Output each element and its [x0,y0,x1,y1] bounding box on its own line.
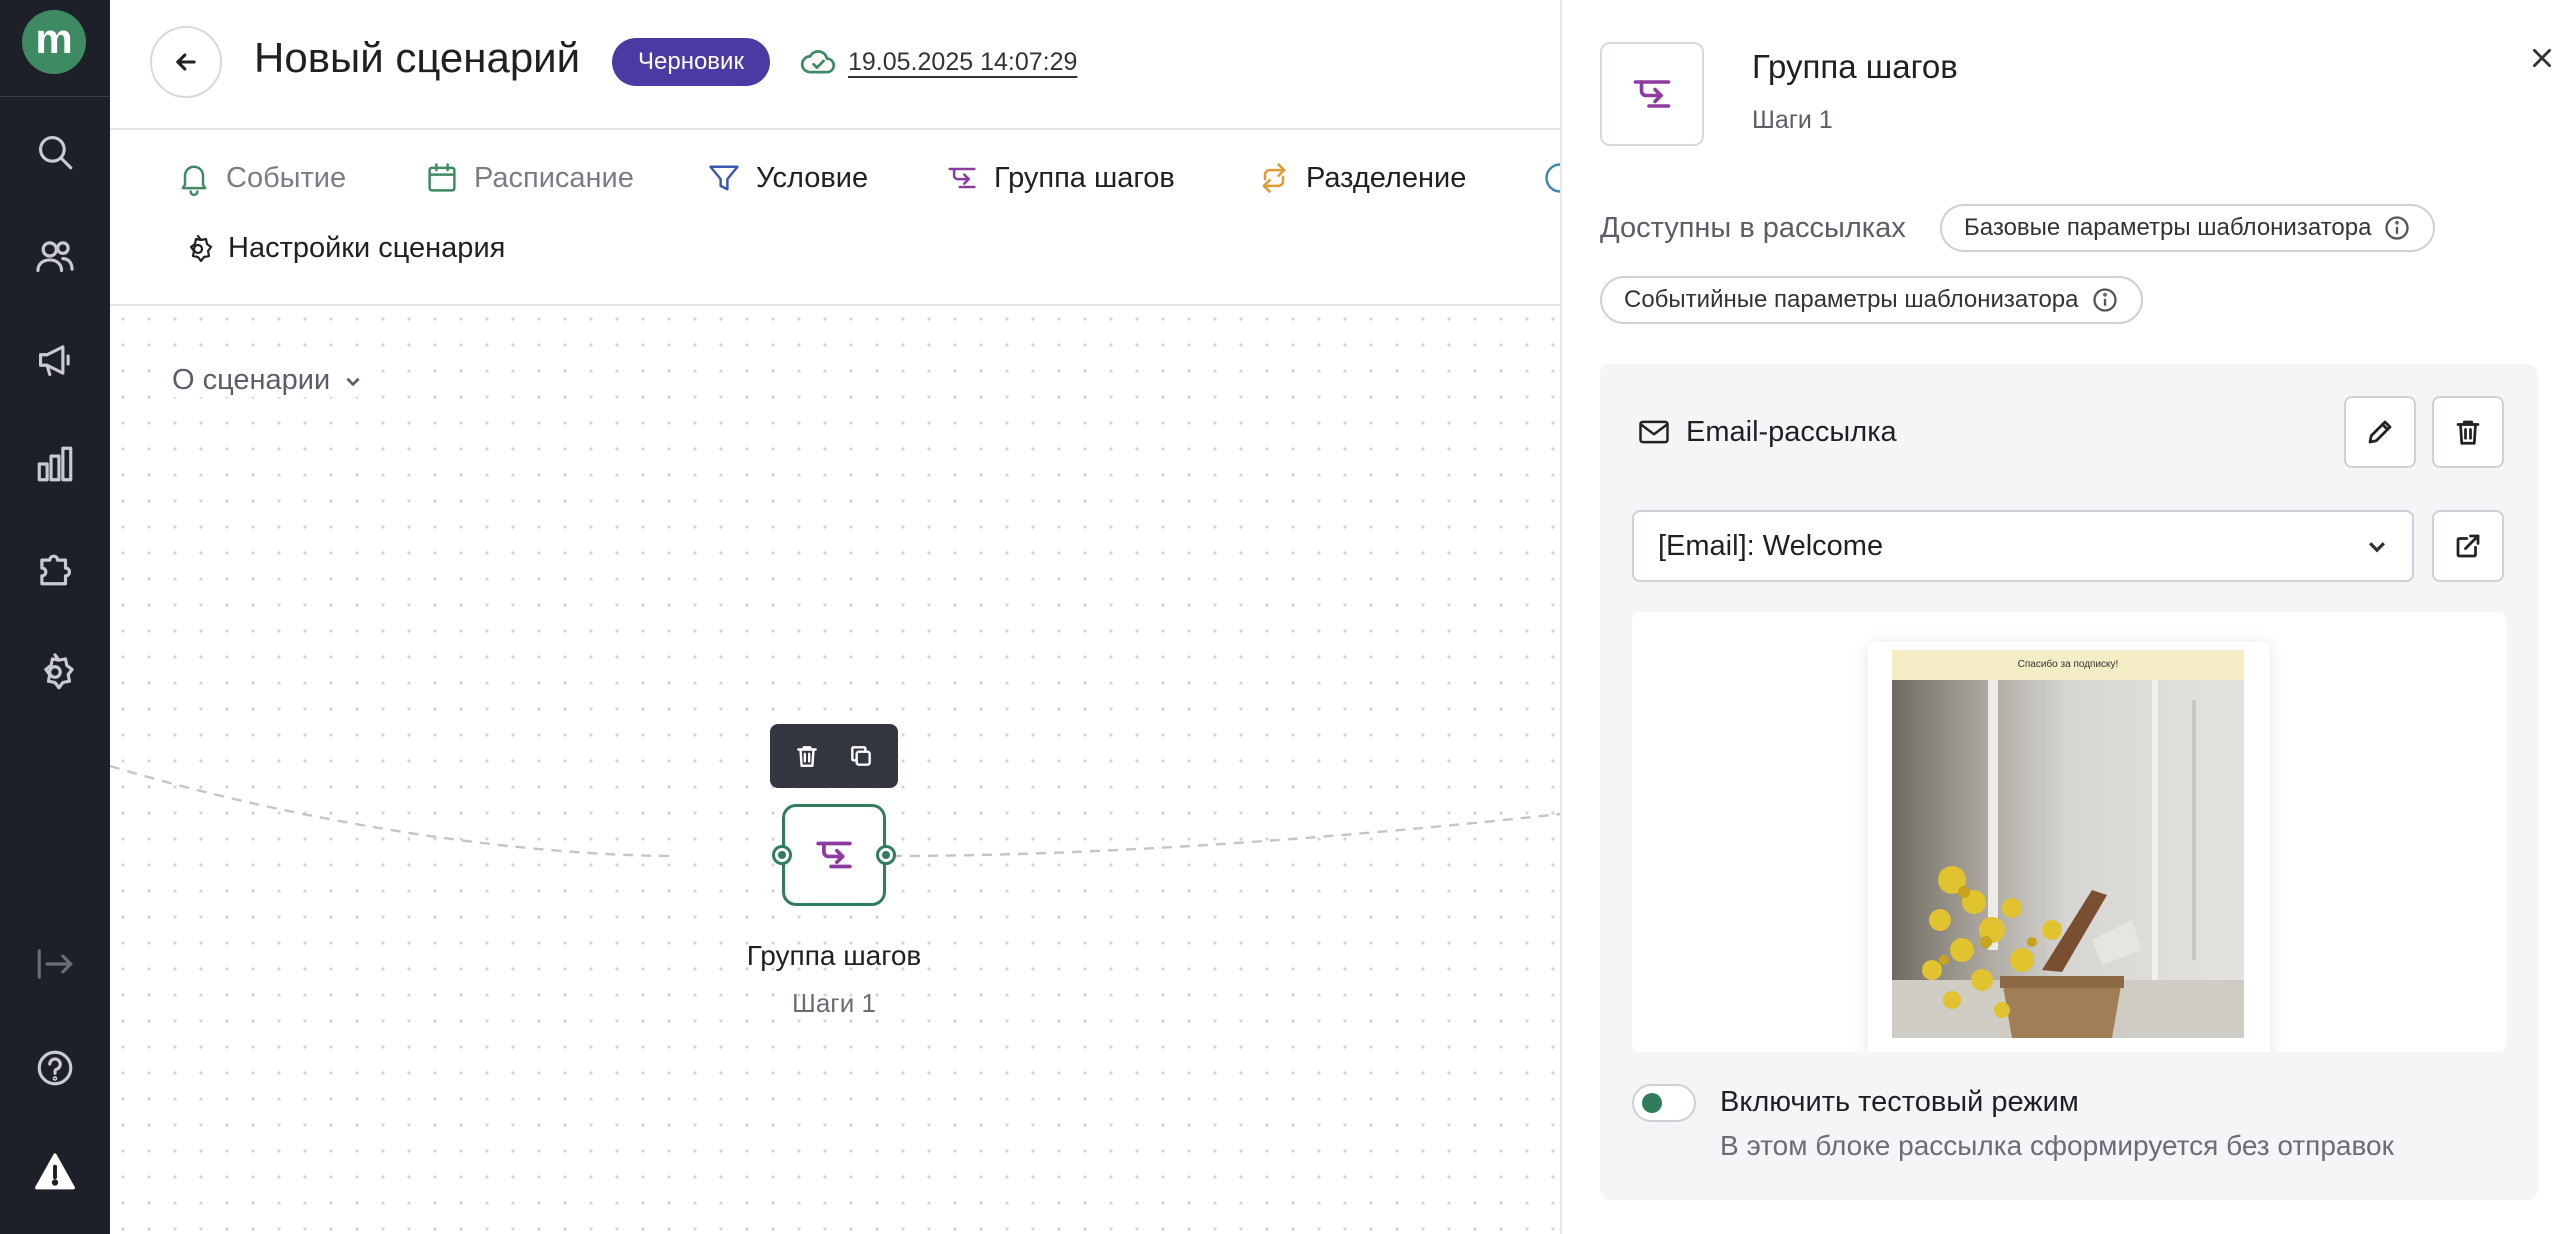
tool-condition-label: Условие [756,161,869,194]
preview-banner: Спасибо за подписку! [1892,650,2244,680]
email-preview[interactable]: Спасибо за подписку! [1632,612,2506,1052]
trash-icon [797,746,817,767]
workflow-canvas[interactable]: О сценарии Группа шагов Шаги 1 [110,306,1560,1234]
tool-more[interactable] [1542,160,1560,196]
edit-mailing-button[interactable] [2344,396,2416,468]
test-mode-hint: В этом блоке рассылка сформируется без о… [1720,1130,2394,1161]
chevron-down-icon [346,377,360,386]
users-icon[interactable] [31,232,79,280]
app-root: m Новый сценарий Черновик 19.05.2025 14:… [0,0,2572,1234]
help-icon[interactable] [31,1044,79,1092]
cloud-check-icon [800,50,836,74]
scenario-settings-label: Настройки сценария [228,232,506,264]
open-template-button[interactable] [2432,510,2504,582]
about-scenario-toggle[interactable]: О сценарии [172,364,369,397]
card-header: Email-рассылка [1636,414,1897,450]
header: Новый сценарий Черновик 19.05.2025 14:07… [110,0,1560,130]
gear-icon [189,234,213,262]
email-mailing-card: Email-рассылка [Email]: Welcome Спасибо … [1600,364,2538,1200]
sidebar: m [0,0,110,1234]
page-title: Новый сценарий [254,34,581,81]
available-in-mailings-label: Доступны в рассылках [1600,212,1906,244]
base-template-params-chip[interactable]: Базовые параметры шаблонизатора [1940,204,2436,252]
chevron-down-icon [2368,542,2386,553]
bell-icon [181,165,207,196]
scenario-settings-button[interactable]: Настройки сценария [182,232,505,265]
delete-mailing-button[interactable] [2432,396,2504,468]
info-icon[interactable] [2091,286,2119,314]
event-template-params-chip[interactable]: Событийные параметры шаблонизатора [1600,276,2143,324]
node-subtitle: Шаги 1 [792,988,876,1018]
collapse-icon[interactable] [31,940,79,988]
clock-icon [1545,163,1560,193]
mail-icon [1639,420,1669,444]
sidebar-divider [0,96,110,97]
chart-icon[interactable] [31,440,79,488]
preview-photo [1892,680,2244,1038]
tool-step-group-label: Группа шагов [994,161,1175,194]
filter-icon [709,165,739,191]
node-title: Группа шагов [746,940,922,971]
search-icon[interactable] [31,128,79,176]
email-preview-document: Спасибо за подписку! [1868,642,2270,1052]
panel-step-group-icon [1600,42,1704,146]
card-title: Email-рассылка [1686,415,1897,448]
tool-event[interactable]: Событие [176,160,346,196]
step-group-node[interactable] [782,804,886,906]
pencil-icon [2368,420,2392,444]
tool-schedule[interactable]: Расписание [424,160,634,196]
test-mode-toggle[interactable] [1632,1084,1696,1122]
delete-node-button[interactable] [787,736,827,776]
step-toolbar: Событие Расписание Условие Группа шагов … [110,130,1560,306]
close-icon [2533,49,2551,67]
external-link-icon [2456,534,2480,558]
template-select[interactable]: [Email]: Welcome [1632,510,2414,582]
logo[interactable]: m [22,10,86,74]
copy-icon [851,746,871,766]
calendar-icon [428,163,456,192]
step-group-icon [1633,80,1671,108]
step-group-panel: Группа шагов Шаги 1 Доступны в рассылках… [1560,0,2572,1234]
saved-timestamp[interactable]: 19.05.2025 14:07:29 [848,48,1077,77]
puzzle-icon[interactable] [31,544,79,592]
back-button[interactable] [150,26,222,98]
tool-schedule-label: Расписание [474,161,634,194]
info-icon[interactable] [2383,214,2411,242]
gear-icon[interactable] [31,648,79,696]
test-mode-label: Включить тестовый режим [1720,1086,2079,1118]
node-output-port[interactable] [876,845,896,865]
status-badge: Черновик [612,38,770,86]
node-toolbar [770,724,898,788]
about-scenario-label: О сценарии [172,364,331,396]
save-status[interactable]: 19.05.2025 14:07:29 [800,44,1077,80]
tool-split[interactable]: Разделение [1256,160,1466,196]
split-icon [1262,163,1286,193]
panel-title[interactable]: Группа шагов [1752,48,1958,86]
arrow-left-icon [176,53,196,71]
tool-step-group[interactable]: Группа шагов [944,160,1175,196]
node-input-port[interactable] [772,845,792,865]
tool-event-label: Событие [226,161,347,194]
trash-icon [2456,420,2480,445]
megaphone-icon[interactable] [31,336,79,384]
panel-subtitle[interactable]: Шаги 1 [1752,106,1833,135]
template-select-value: [Email]: Welcome [1658,529,1884,562]
tool-split-label: Разделение [1306,161,1467,194]
step-group-icon [948,167,976,189]
tool-condition[interactable]: Условие [706,160,868,196]
close-panel-button[interactable] [2524,40,2560,76]
chip-label: Базовые параметры шаблонизатора [1964,214,2372,241]
copy-node-button[interactable] [841,736,881,776]
chip-label: Событийные параметры шаблонизатора [1624,286,2079,313]
step-group-icon [816,841,852,869]
warning-icon[interactable] [31,1148,79,1196]
